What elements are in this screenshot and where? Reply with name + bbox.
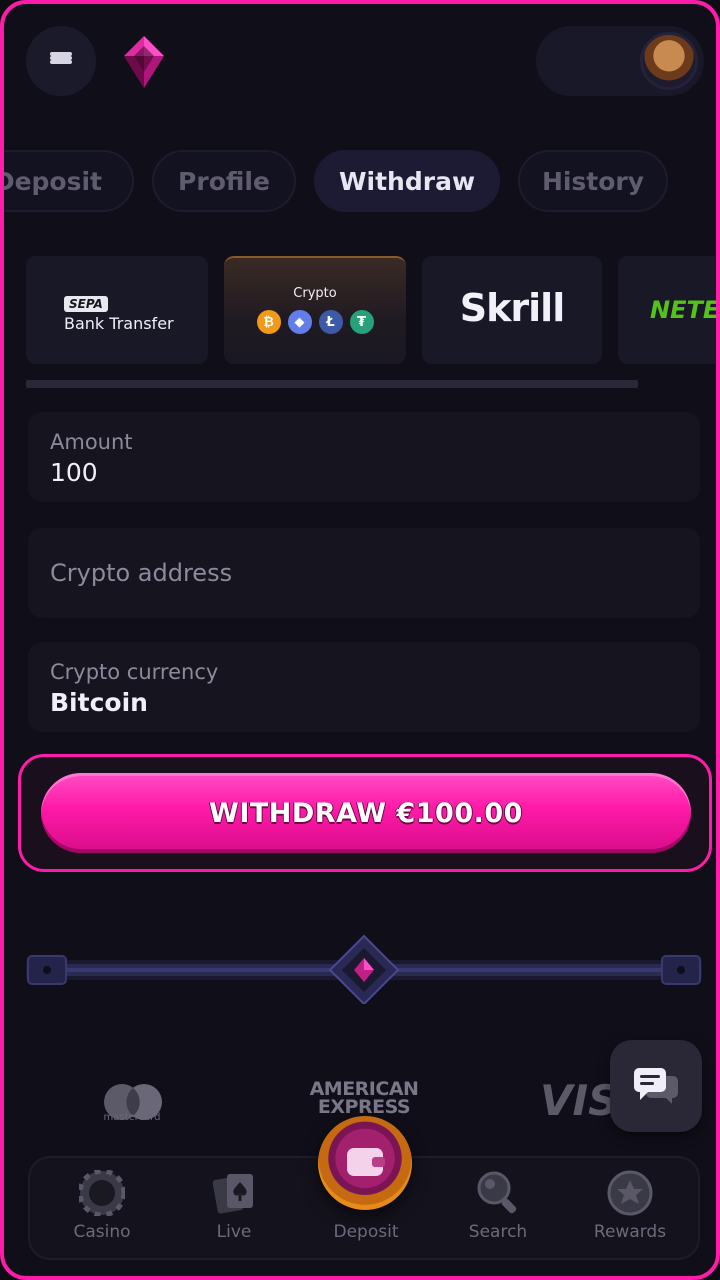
- withdraw-button[interactable]: WITHDRAW €100.00: [41, 773, 691, 853]
- nav-rewards[interactable]: Rewards: [570, 1158, 690, 1258]
- mastercard-label: mastercard: [103, 1112, 161, 1123]
- methods-scrollbar[interactable]: [26, 380, 638, 388]
- casino-chip-icon: [79, 1170, 125, 1216]
- playing-cards-icon: [212, 1174, 253, 1214]
- crypto-currency-label: Crypto currency: [50, 660, 219, 684]
- bitcoin-icon: ₿: [256, 310, 281, 334]
- crypto-address-input[interactable]: [50, 528, 670, 618]
- tab-label: Deposit: [0, 166, 102, 196]
- tab-deposit[interactable]: Deposit: [0, 150, 134, 212]
- method-bank-transfer[interactable]: SEPA Bank Transfer: [26, 256, 208, 364]
- nav-casino-label: Casino: [73, 1222, 131, 1242]
- chat-bubble-icon: [634, 1068, 678, 1104]
- search-icon: [477, 1171, 517, 1214]
- deposit-orb-button[interactable]: [318, 1116, 412, 1210]
- tab-label: History: [541, 166, 645, 196]
- gem-logo-icon[interactable]: [122, 34, 166, 90]
- ethereum-icon: ◆: [287, 310, 312, 334]
- tab-label: Withdraw: [338, 166, 476, 196]
- method-neteller[interactable]: NETELLER: [618, 256, 720, 364]
- crypto-currency-select[interactable]: Crypto currency Bitcoin: [28, 642, 700, 732]
- crypto-currency-value[interactable]: Bitcoin: [50, 688, 148, 717]
- method-crypto[interactable]: Crypto ₿ ◆ Ł ₮: [224, 256, 406, 364]
- menu-button[interactable]: [26, 26, 96, 96]
- app-frame: Deposit Profile Withdraw History SEPA Ba…: [0, 0, 720, 1280]
- chat-button[interactable]: [610, 1040, 702, 1132]
- method-skrill[interactable]: Skrill: [422, 256, 602, 364]
- account-pill[interactable]: [536, 26, 704, 96]
- amount-label: Amount: [50, 430, 133, 454]
- nav-casino[interactable]: Casino: [42, 1158, 162, 1258]
- nav-search-label: Search: [468, 1222, 528, 1242]
- tab-label: Profile: [178, 166, 270, 196]
- nav-live-label: Live: [216, 1222, 252, 1242]
- cowboy-avatar-icon[interactable]: [640, 32, 698, 90]
- skrill-logo: Skrill: [459, 286, 565, 330]
- hamburger-menu-icon: [50, 52, 72, 70]
- wallet-icon: [347, 1148, 385, 1176]
- crypto-label: Crypto: [293, 286, 337, 301]
- crypto-address-field[interactable]: [28, 528, 700, 618]
- litecoin-icon: Ł: [318, 310, 343, 334]
- amount-field[interactable]: Amount 100: [28, 412, 700, 502]
- bank-transfer-label: Bank Transfer: [64, 314, 174, 333]
- tether-icon: ₮: [349, 310, 374, 334]
- tab-withdraw[interactable]: Withdraw: [314, 150, 500, 212]
- sepa-badge: SEPA: [64, 296, 108, 312]
- amex-line-2: EXPRESS: [317, 1096, 411, 1118]
- withdraw-button-frame: WITHDRAW €100.00: [18, 754, 712, 872]
- tab-bar: Deposit Profile Withdraw History: [4, 150, 716, 212]
- coin-icons: ₿ ◆ Ł ₮: [224, 310, 406, 334]
- nav-deposit-label: Deposit: [333, 1222, 399, 1242]
- star-medal-icon: [607, 1170, 653, 1216]
- tab-profile[interactable]: Profile: [152, 150, 296, 212]
- payment-methods: SEPA Bank Transfer Crypto ₿ ◆ Ł ₮ Skrill…: [4, 256, 720, 366]
- nav-live[interactable]: Live: [174, 1158, 294, 1258]
- amount-value[interactable]: 100: [50, 458, 98, 487]
- nav-search[interactable]: Search: [438, 1158, 558, 1258]
- tab-history[interactable]: History: [518, 150, 668, 212]
- nav-rewards-label: Rewards: [593, 1222, 667, 1242]
- amex-logo: AMERICAN EXPRESS: [304, 1080, 424, 1118]
- neteller-logo: NETELLER: [650, 296, 720, 324]
- ornament-divider: [26, 934, 702, 1004]
